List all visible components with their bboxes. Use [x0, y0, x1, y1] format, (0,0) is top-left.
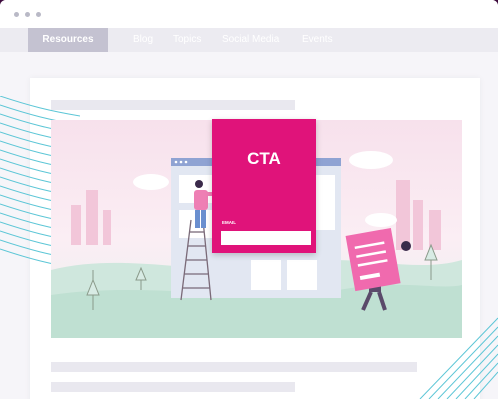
nav-blog[interactable]: Blog: [133, 28, 153, 52]
browser-window: Resources Blog Topics Social Media Event…: [0, 0, 498, 399]
window-control-dot[interactable]: [14, 12, 19, 17]
nav-social-media[interactable]: Social Media: [222, 28, 279, 52]
email-field[interactable]: [221, 231, 311, 245]
nav-resources[interactable]: Resources: [28, 28, 108, 52]
text-placeholder: [51, 100, 295, 110]
text-placeholder: [51, 382, 295, 392]
cta-box: CTA EMAIL: [212, 119, 316, 253]
window-titlebar: [0, 0, 498, 28]
window-control-dot[interactable]: [25, 12, 30, 17]
email-label: EMAIL: [222, 220, 236, 225]
nav-events[interactable]: Events: [302, 28, 333, 52]
text-placeholder: [51, 362, 417, 372]
nav-topics[interactable]: Topics: [173, 28, 201, 52]
window-control-dot[interactable]: [36, 12, 41, 17]
site-nav: Resources Blog Topics Social Media Event…: [0, 28, 498, 52]
cta-title: CTA: [247, 149, 281, 168]
